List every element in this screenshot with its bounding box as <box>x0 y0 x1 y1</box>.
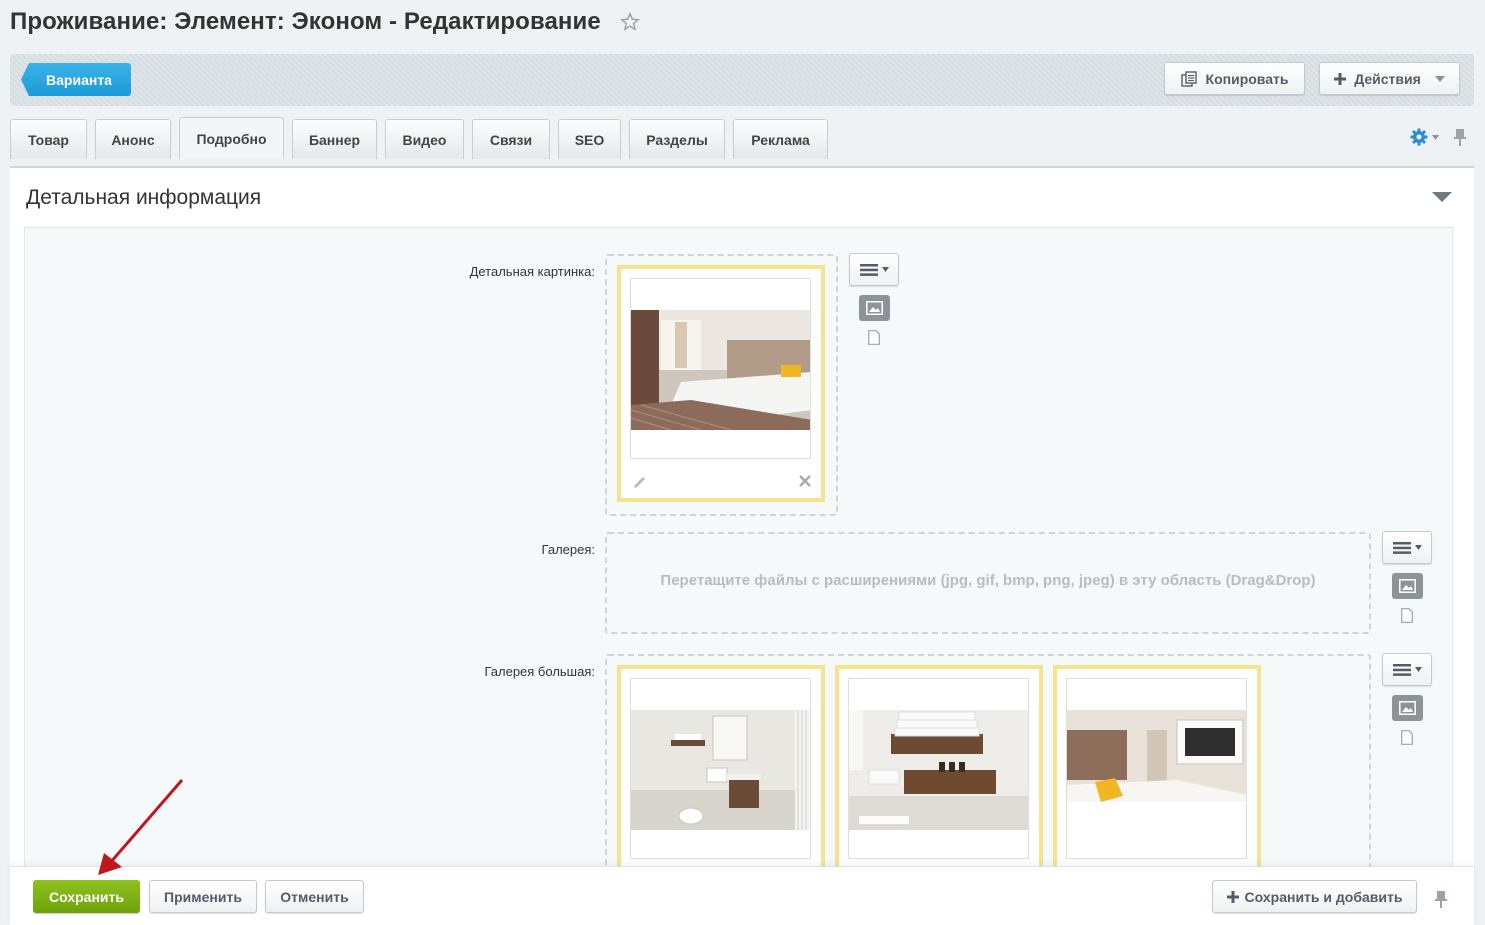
gallery-image-card[interactable] <box>836 666 1042 866</box>
hamburger-icon <box>1392 541 1411 554</box>
page-title-text: Проживание: Элемент: Эконом - Редактиров… <box>10 8 601 35</box>
actions-button[interactable]: Действия <box>1319 62 1460 95</box>
tab-bar: Товар Анонс Подробно Баннер Видео Связи … <box>10 117 836 159</box>
detail-picture-tools <box>849 253 899 345</box>
menu-button[interactable] <box>1382 531 1432 564</box>
hamburger-icon <box>859 263 878 276</box>
pin-icon[interactable] <box>1453 128 1467 146</box>
tab-label: SEO <box>574 131 605 148</box>
tab-tools <box>1410 128 1467 146</box>
bathroom-photo <box>631 710 810 830</box>
copy-button-label: Копировать <box>1205 70 1289 87</box>
plus-icon <box>1226 890 1239 903</box>
copy-button[interactable]: Копировать <box>1164 62 1305 95</box>
pin-icon[interactable] <box>1434 890 1448 908</box>
tab-tovar[interactable]: Товар <box>10 119 87 159</box>
gallery-label: Галерея: <box>541 542 595 557</box>
image-icon <box>1398 579 1416 593</box>
gallery-big-label: Галерея большая: <box>484 664 595 679</box>
tab-svyazi[interactable]: Связи <box>472 119 550 159</box>
hotel-room-photo <box>1067 710 1246 830</box>
image-frame <box>630 678 811 859</box>
file-icon[interactable] <box>1401 608 1413 623</box>
tab-label: Видео <box>402 131 447 148</box>
gear-icon <box>1410 128 1428 146</box>
chevron-down-icon <box>881 267 889 272</box>
save-and-add-button[interactable]: Сохранить и добавить <box>1212 880 1417 913</box>
page-title: Проживание: Элемент: Эконом - Редактиров… <box>10 8 641 36</box>
gallery-drop-text: Перетащите файлы с расширениями (jpg, gi… <box>660 572 1316 589</box>
settings-dropdown[interactable] <box>1410 128 1439 146</box>
file-icon[interactable] <box>1401 730 1413 745</box>
bedroom-photo <box>631 310 810 430</box>
detail-picture-dropzone[interactable] <box>605 254 838 516</box>
tab-label: Анонс <box>111 131 155 148</box>
save-and-add-label: Сохранить и добавить <box>1244 888 1403 905</box>
collapse-chevron-icon[interactable] <box>1432 192 1452 203</box>
gallery-image-card[interactable] <box>618 666 824 866</box>
edit-pencil-icon[interactable] <box>633 475 647 489</box>
menu-button[interactable] <box>1382 653 1432 686</box>
gallery-dropzone[interactable]: Перетащите файлы с расширениями (jpg, gi… <box>605 532 1371 634</box>
chevron-down-icon <box>1414 545 1422 550</box>
cancel-button-label: Отменить <box>280 888 349 905</box>
image-icon <box>1398 701 1416 715</box>
chevron-down-icon <box>1434 75 1445 82</box>
file-icon[interactable] <box>868 330 880 345</box>
chevron-down-icon <box>1432 134 1439 140</box>
chevron-down-icon <box>1414 667 1422 672</box>
content-panel: Детальная информация Детальная картинка: <box>10 166 1474 866</box>
tab-video[interactable]: Видео <box>385 119 464 159</box>
gallery-big-tools <box>1382 653 1432 745</box>
section-body: Детальная картинка: Галерея: Перетащите … <box>24 227 1453 866</box>
tab-label: Разделы <box>646 131 708 148</box>
gallery-big-dropzone[interactable] <box>605 654 1371 866</box>
image-frame <box>1066 678 1247 859</box>
menu-button[interactable] <box>849 253 899 286</box>
tab-label: Реклама <box>751 131 810 148</box>
tab-label: Товар <box>28 131 69 148</box>
towels-photo <box>849 710 1028 830</box>
image-mode-button[interactable] <box>858 295 890 321</box>
hamburger-icon <box>1392 663 1411 676</box>
detail-picture-card[interactable] <box>618 266 824 501</box>
copy-icon <box>1180 70 1197 87</box>
variant-button[interactable]: Варианта <box>21 63 131 96</box>
delete-x-icon[interactable] <box>799 475 811 487</box>
detail-picture-label: Детальная картинка: <box>469 264 595 279</box>
image-frame <box>630 278 811 459</box>
save-button-label: Сохранить <box>49 888 124 905</box>
apply-button-label: Применить <box>164 888 242 905</box>
tab-anons[interactable]: Анонс <box>95 119 171 159</box>
image-frame <box>848 678 1029 859</box>
tab-label: Подробно <box>196 130 267 147</box>
section-title: Детальная информация <box>26 186 262 209</box>
tab-podrobno[interactable]: Подробно <box>179 117 284 159</box>
tab-label: Баннер <box>308 131 361 148</box>
tab-label: Связи <box>489 131 533 148</box>
gallery-tools <box>1382 531 1432 623</box>
tab-reklama[interactable]: Реклама <box>733 119 828 159</box>
actions-button-label: Действия <box>1354 70 1421 87</box>
tab-seo[interactable]: SEO <box>558 119 621 159</box>
image-icon <box>865 301 883 315</box>
star-icon[interactable] <box>619 11 641 33</box>
plus-icon <box>1334 72 1347 85</box>
cancel-button[interactable]: Отменить <box>265 880 364 913</box>
image-mode-button[interactable] <box>1391 695 1423 721</box>
annotation-arrow <box>98 779 184 875</box>
tab-razdely[interactable]: Разделы <box>629 119 725 159</box>
variant-button-label: Варианта <box>46 71 112 88</box>
image-mode-button[interactable] <box>1391 573 1423 599</box>
gallery-image-card[interactable] <box>1054 666 1260 866</box>
tab-banner[interactable]: Баннер <box>292 119 377 159</box>
